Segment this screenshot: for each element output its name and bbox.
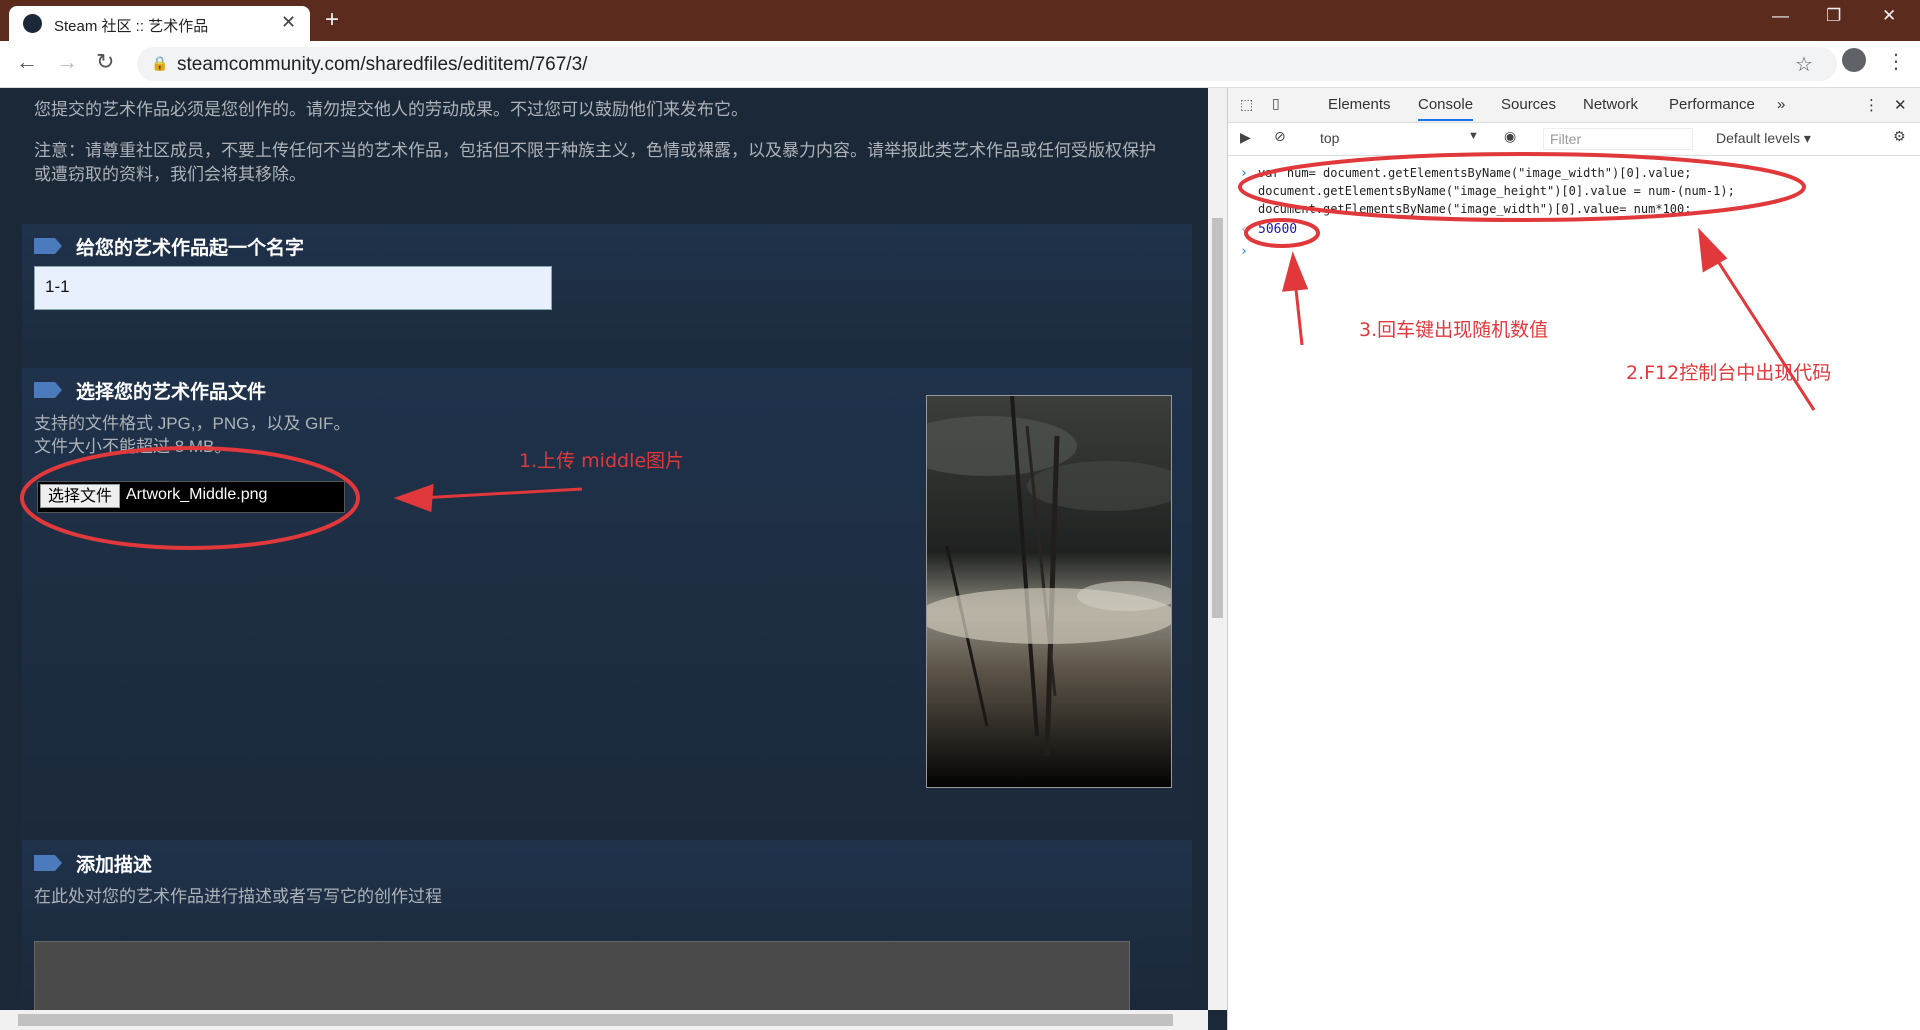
close-window-icon[interactable]: ✕ [1882, 6, 1896, 26]
clear-console-icon[interactable]: ⊘ [1274, 128, 1286, 145]
sidebar-toggle-icon[interactable]: ▶ [1240, 129, 1251, 146]
tab-network[interactable]: Network [1583, 96, 1638, 113]
account-icon[interactable] [1842, 48, 1866, 72]
console-toolbar: ▶ ⊘ top ▼ ◉ Filter Default levels ▾ ⚙ [1228, 123, 1920, 156]
intro-text: 您提交的艺术作品必须是您创作的。请勿提交他人的劳动成果。不过您可以鼓励他们来发布… [34, 100, 748, 119]
bookmark-star-icon[interactable]: ☆ [1795, 52, 1813, 77]
context-select[interactable]: top [1320, 130, 1339, 146]
more-tabs-icon[interactable]: » [1777, 96, 1785, 113]
restore-icon[interactable]: ❐ [1826, 6, 1841, 26]
description-textarea[interactable] [34, 941, 1130, 1010]
lock-icon: 🔒 [151, 55, 169, 71]
browser-tab[interactable]: Steam 社区 :: 艺术作品 ✕ [9, 6, 310, 41]
console-result: 50600 [1258, 222, 1298, 237]
selected-file-name: Artwork_Middle.png [126, 486, 268, 503]
inspect-element-icon[interactable]: ⬚ [1240, 96, 1253, 113]
tab-console[interactable]: Console [1418, 96, 1474, 121]
close-tab-icon[interactable]: ✕ [281, 12, 296, 33]
browser-menu-icon[interactable]: ⋮ [1886, 49, 1906, 74]
result-arrow-icon: ‹ [1240, 222, 1248, 237]
console-output[interactable]: › var num= document.getElementsByName("i… [1228, 158, 1920, 1018]
minimize-icon[interactable]: — [1772, 6, 1789, 26]
choose-file-button[interactable]: 选择文件 [40, 484, 120, 508]
annotation-step3: 3.回车键出现随机数值 [1359, 319, 1549, 341]
forward-icon[interactable]: → [56, 49, 78, 75]
description-section-title: 添加描述 [76, 855, 153, 876]
file-section-title: 选择您的艺术作品文件 [76, 382, 267, 403]
devtools-menu-icon[interactable]: ⋮ [1864, 96, 1879, 114]
preview-artwork-graphic [927, 396, 1171, 787]
reload-icon[interactable]: ↻ [96, 49, 114, 75]
live-expression-eye-icon[interactable]: ◉ [1504, 128, 1516, 145]
steam-logo-icon [23, 14, 42, 33]
notice-text-line1: 注意：请尊重社区成员，不要上传任何不当的艺术作品，包括但不限于种族主义，色情或裸… [34, 141, 1156, 160]
console-code-line: document.getElementsByName("image_height… [1258, 184, 1735, 198]
page-vertical-scrollbar[interactable] [1208, 88, 1227, 1010]
annotation-step2: 2.F12控制台中出现代码 [1626, 362, 1832, 384]
console-code-line: document.getElementsByName("image_width"… [1258, 202, 1692, 216]
console-filter-input[interactable]: Filter [1543, 128, 1693, 150]
tab-performance[interactable]: Performance [1669, 96, 1755, 113]
file-size-text: 文件大小不能超过 8 MB。 [34, 437, 232, 456]
browser-toolbar: ← → ↻ 🔒 steamcommunity.com/sharedfiles/e… [0, 41, 1920, 88]
new-tab-button[interactable]: + [325, 6, 339, 34]
file-input[interactable]: 选择文件 Artwork_Middle.png [37, 481, 345, 513]
console-code-line: var num= document.getElementsByName("ima… [1258, 166, 1692, 180]
page-horizontal-scrollbar[interactable] [0, 1010, 1208, 1030]
name-section-title: 给您的艺术作品起一个名字 [76, 238, 305, 259]
device-toolbar-icon[interactable]: ▯ [1272, 95, 1280, 112]
artwork-name-input[interactable]: 1-1 [34, 266, 552, 310]
tab-title: Steam 社区 :: 艺术作品 [54, 18, 209, 35]
devtools-panel: ⬚ ▯ Elements Console Sources Network Per… [1227, 88, 1920, 1030]
devtools-tabbar: ⬚ ▯ Elements Console Sources Network Per… [1228, 88, 1920, 123]
annotation-step1: 1.上传 middle图片 [519, 450, 685, 472]
back-icon[interactable]: ← [16, 49, 38, 75]
scrollbar-thumb[interactable] [1212, 218, 1223, 618]
description-hint: 在此处对您的艺术作品进行描述或者写写它的创作过程 [34, 887, 442, 906]
console-settings-gear-icon[interactable]: ⚙ [1893, 128, 1906, 145]
console-prompt-icon[interactable]: › [1240, 244, 1248, 259]
notice-text-line2: 或遭窃取的资料，我们会将其移除。 [34, 165, 306, 184]
tab-sources[interactable]: Sources [1501, 96, 1556, 113]
input-echo-icon: › [1240, 166, 1248, 181]
tab-elements[interactable]: Elements [1328, 96, 1391, 113]
artwork-preview-image [926, 395, 1172, 788]
log-levels-select[interactable]: Default levels ▾ [1716, 130, 1811, 147]
file-formats-text: 支持的文件格式 JPG,，PNG，以及 GIF。 [34, 414, 351, 433]
context-dropdown-icon[interactable]: ▼ [1468, 130, 1479, 142]
scrollbar-thumb[interactable] [18, 1014, 1173, 1026]
steam-page: 您提交的艺术作品必须是您创作的。请勿提交他人的劳动成果。不过您可以鼓励他们来发布… [0, 88, 1208, 1010]
close-devtools-icon[interactable]: ✕ [1894, 96, 1907, 114]
address-bar[interactable]: 🔒 steamcommunity.com/sharedfiles/editite… [137, 47, 1837, 81]
browser-titlebar: Steam 社区 :: 艺术作品 ✕ + — ❐ ✕ [0, 0, 1920, 41]
url-text[interactable]: steamcommunity.com/sharedfiles/edititem/… [177, 54, 587, 76]
